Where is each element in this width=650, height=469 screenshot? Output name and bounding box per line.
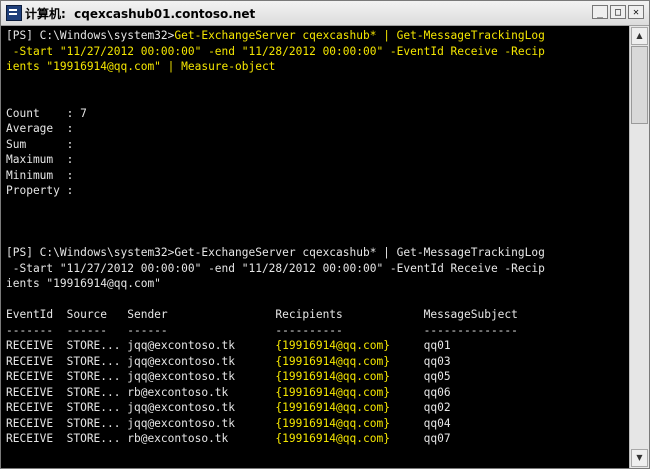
scroll-up-arrow-icon[interactable]: ▲: [631, 27, 648, 45]
measure-maximum: Maximum :: [6, 153, 74, 166]
row-lead: RECEIVE STORE... rb@excontoso.tk: [6, 432, 276, 445]
command-continuation: ients "19916914@qq.com" | Measure-object: [6, 60, 276, 73]
title-bar[interactable]: 计算机: cqexcashub01.contoso.net _ □ ✕: [1, 1, 649, 26]
command-line: [PS] C:\Windows\system32>Get-ExchangeSer…: [6, 28, 545, 44]
row-gap: [390, 370, 424, 383]
scroll-down-arrow-icon[interactable]: ▼: [631, 449, 648, 467]
window-title: 计算机: cqexcashub01.contoso.net: [25, 7, 256, 21]
measure-minimum: Minimum :: [6, 168, 74, 182]
table-row: RECEIVE STORE... rb@excontoso.tk {199169…: [6, 385, 451, 401]
measure-property: Property :: [6, 184, 74, 197]
scrollbar-thumb[interactable]: [631, 46, 648, 124]
row-subject: qq05: [423, 370, 451, 383]
maximize-button[interactable]: □: [610, 5, 626, 19]
table-row: RECEIVE STORE... rb@excontoso.tk {199169…: [6, 431, 451, 447]
close-button[interactable]: ✕: [628, 5, 644, 19]
command-line: [PS] C:\Windows\system32>Get-ExchangeSer…: [6, 246, 545, 259]
row-subject: qq06: [423, 385, 451, 399]
measure-count: Count : 7: [6, 106, 87, 120]
table-row: RECEIVE STORE... jqq@excontoso.tk {19916…: [6, 369, 451, 385]
row-lead: RECEIVE STORE... jqq@excontoso.tk: [6, 401, 276, 414]
row-recipients: {19916914@qq.com}: [275, 385, 390, 399]
row-lead: RECEIVE STORE... jqq@excontoso.tk: [6, 370, 276, 383]
row-gap: [390, 432, 424, 445]
row-recipients: {19916914@qq.com}: [275, 416, 390, 430]
row-subject: qq01: [423, 339, 451, 352]
table-row: RECEIVE STORE... jqq@excontoso.tk {19916…: [6, 400, 451, 416]
command-continuation: ients "19916914@qq.com": [6, 277, 161, 290]
terminal-icon: [6, 5, 22, 21]
command-continuation: -Start "11/27/2012 00:00:00" -end "11/28…: [6, 44, 545, 58]
console-output[interactable]: [PS] C:\Windows\system32>Get-ExchangeSer…: [1, 26, 629, 468]
row-gap: [390, 401, 424, 414]
row-subject: qq02: [423, 401, 451, 414]
row-gap: [390, 386, 424, 399]
row-subject: qq03: [423, 354, 451, 368]
row-lead: RECEIVE STORE... jqq@excontoso.tk: [6, 339, 276, 352]
console-window: 计算机: cqexcashub01.contoso.net _ □ ✕ [PS]…: [0, 0, 650, 469]
table-header-underline: ------- ------ ------ ---------- -------…: [6, 323, 518, 337]
vertical-scrollbar[interactable]: ▲ ▼: [629, 26, 649, 468]
command-continuation: -Start "11/27/2012 00:00:00" -end "11/28…: [6, 261, 545, 275]
row-recipients: {19916914@qq.com}: [275, 432, 390, 445]
row-recipients: {19916914@qq.com}: [275, 401, 390, 414]
row-gap: [390, 339, 424, 352]
table-row: RECEIVE STORE... jqq@excontoso.tk {19916…: [6, 416, 451, 432]
row-gap: [390, 417, 424, 430]
row-recipients: {19916914@qq.com}: [275, 354, 390, 368]
row-lead: RECEIVE STORE... rb@excontoso.tk: [6, 385, 276, 399]
minimize-button[interactable]: _: [592, 5, 608, 19]
measure-average: Average :: [6, 122, 74, 135]
row-lead: RECEIVE STORE... jqq@excontoso.tk: [6, 416, 276, 430]
table-row: RECEIVE STORE... jqq@excontoso.tk {19916…: [6, 338, 451, 354]
row-recipients: {19916914@qq.com}: [275, 370, 390, 383]
table-row: RECEIVE STORE... jqq@excontoso.tk {19916…: [6, 354, 451, 370]
table-header: EventId Source Sender Recipients Message…: [6, 308, 518, 321]
row-subject: qq04: [423, 416, 451, 430]
measure-sum: Sum :: [6, 137, 74, 151]
command-text: Get-ExchangeServer cqexcashub* | Get-Mes…: [174, 29, 545, 42]
row-gap: [390, 355, 424, 368]
row-subject: qq07: [423, 432, 451, 445]
prompt: [PS] C:\Windows\system32>: [6, 29, 175, 42]
row-recipients: {19916914@qq.com}: [275, 339, 390, 352]
row-lead: RECEIVE STORE... jqq@excontoso.tk: [6, 354, 276, 368]
